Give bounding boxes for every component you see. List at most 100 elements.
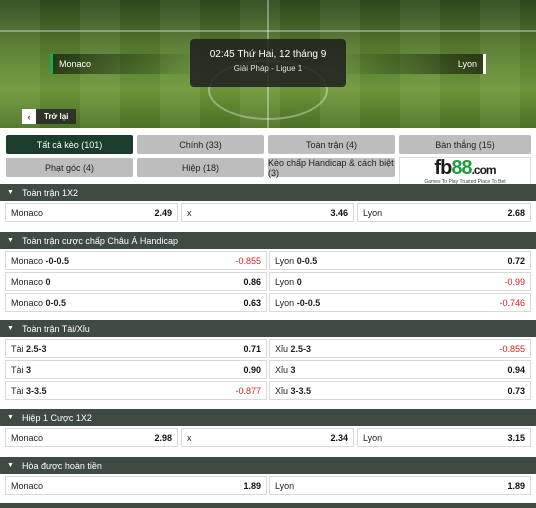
tab-label: Hiệp (18) bbox=[181, 162, 219, 173]
selection-label: Monaco bbox=[11, 276, 44, 287]
odds-row: Monaco -0-0.5 -0.855 Lyon 0-0.5 0.72 bbox=[0, 251, 536, 272]
odds-row: Tài 3-3.5 -0.877 Xỉu 3-3.5 0.73 bbox=[0, 381, 536, 402]
odds-row: Tài 2.5-3 0.71 Xỉu 2.5-3 -0.855 bbox=[0, 339, 536, 360]
odds-row: Monaco 0-0.5 0.63 Lyon -0-0.5 -0.746 bbox=[0, 293, 536, 314]
caret-down-icon: ▼ bbox=[7, 462, 14, 469]
selection-label: Lyon bbox=[363, 432, 383, 443]
market-title: Toàn trận cược chấp Châu Á Handicap bbox=[21, 235, 178, 246]
odd-value: 3.46 bbox=[330, 207, 348, 218]
tab-label: Phạt góc (4) bbox=[44, 162, 95, 173]
away-team-name: Lyon bbox=[457, 59, 477, 69]
tab-corners[interactable]: Phạt góc (4) bbox=[6, 158, 133, 177]
odd-cell-home[interactable]: Monaco 0-0.5 0.63 bbox=[5, 293, 267, 312]
selection-label: Xỉu bbox=[275, 385, 289, 396]
market-title: Hòa được hoàn tiền bbox=[21, 460, 102, 471]
odd-cell-under[interactable]: Xỉu 2.5-3 -0.855 bbox=[269, 339, 531, 358]
market-header-1x2[interactable]: ▼ Toàn trận 1X2 bbox=[0, 184, 536, 201]
tab-label: Toàn trận (4) bbox=[305, 139, 358, 150]
match-datetime: 02:45 Thứ Hai, 12 tháng 9 bbox=[209, 49, 327, 60]
odd-cell-away[interactable]: Lyon 0 -0.99 bbox=[269, 272, 531, 291]
tab-handicap[interactable]: Kèo chấp Handicap & cách biệt (3) bbox=[268, 157, 395, 178]
odd-value: -0.855 bbox=[235, 255, 261, 266]
odds-row: Monaco 2.49 x 3.46 Lyon 2.68 bbox=[0, 203, 536, 224]
fb88-ad-banner[interactable]: fb88.com Games To Play Trusted Place To … bbox=[399, 157, 531, 186]
handicap-line: -0-0.5 bbox=[45, 255, 70, 266]
odd-cell-home[interactable]: Monaco 2.49 bbox=[5, 203, 178, 222]
fb88-logo: fb88.com bbox=[434, 157, 496, 180]
selection-label: Tài bbox=[11, 364, 24, 375]
odd-cell-home[interactable]: Monaco 1.89 bbox=[5, 476, 267, 495]
odd-value: 3.15 bbox=[507, 432, 525, 443]
odd-value: 0.86 bbox=[243, 276, 261, 287]
market-header-half1-1x2[interactable]: ▼ Hiệp 1 Cược 1X2 bbox=[0, 409, 536, 426]
odd-cell-away[interactable]: Lyon -0-0.5 -0.746 bbox=[269, 293, 531, 312]
tab-full-time[interactable]: Toàn trận (4) bbox=[268, 135, 395, 154]
odd-cell-over[interactable]: Tài 3 0.90 bbox=[5, 360, 267, 379]
total-line: 3-3.5 bbox=[290, 385, 312, 396]
total-line: 3-3.5 bbox=[26, 385, 47, 396]
odd-cell-draw[interactable]: x 3.46 bbox=[181, 203, 354, 222]
odds-row: Monaco 2.98 x 2.34 Lyon 3.15 bbox=[0, 428, 536, 449]
handicap-line: 0-0.5 bbox=[45, 297, 67, 308]
tab-halves[interactable]: Hiệp (18) bbox=[137, 158, 264, 177]
odd-value: 0.94 bbox=[507, 364, 525, 375]
tab-label: Tất cả kèo (101) bbox=[36, 139, 103, 150]
tab-main[interactable]: Chính (33) bbox=[137, 135, 264, 154]
odd-cell-draw[interactable]: x 2.34 bbox=[181, 428, 354, 447]
market-filter-tabs: Tất cả kèo (101) Chính (33) Toàn trận (4… bbox=[6, 135, 531, 186]
selection-label: Lyon bbox=[275, 480, 295, 491]
selection-label: Monaco bbox=[11, 255, 44, 266]
tab-goals[interactable]: Bàn thắng (15) bbox=[399, 135, 531, 154]
tab-label: Kèo chấp Handicap & cách biệt (3) bbox=[268, 157, 394, 178]
odd-cell-over[interactable]: Tài 2.5-3 0.71 bbox=[5, 339, 267, 358]
total-line: 2.5-3 bbox=[26, 343, 47, 354]
odd-value: -0.746 bbox=[499, 297, 525, 308]
odd-cell-under[interactable]: Xỉu 3-3.5 0.73 bbox=[269, 381, 531, 400]
total-line: 3 bbox=[290, 364, 296, 375]
selection-label: Monaco bbox=[11, 480, 44, 491]
back-button[interactable]: ‹ Trở lại bbox=[22, 109, 77, 124]
total-line: 2.5-3 bbox=[290, 343, 312, 354]
market-header-draw-no-bet[interactable]: ▼ Hòa được hoàn tiền bbox=[0, 457, 536, 474]
odd-value: 2.34 bbox=[330, 432, 348, 443]
market-title: Toàn trận 1X2 bbox=[21, 187, 78, 198]
tab-label: Bàn thắng (15) bbox=[435, 139, 495, 150]
odd-cell-away[interactable]: Lyon 3.15 bbox=[357, 428, 531, 447]
odd-cell-away[interactable]: Lyon 2.68 bbox=[357, 203, 531, 222]
odd-cell-over[interactable]: Tài 3-3.5 -0.877 bbox=[5, 381, 267, 400]
odd-cell-under[interactable]: Xỉu 3 0.94 bbox=[269, 360, 531, 379]
odd-cell-away[interactable]: Lyon 1.89 bbox=[269, 476, 531, 495]
handicap-line: -0-0.5 bbox=[296, 297, 321, 308]
odd-value: 2.68 bbox=[507, 207, 525, 218]
selection-label: Lyon bbox=[275, 276, 295, 287]
odd-cell-home[interactable]: Monaco 2.98 bbox=[5, 428, 178, 447]
odd-cell-away[interactable]: Lyon 0-0.5 0.72 bbox=[269, 251, 531, 270]
selection-label: Monaco bbox=[11, 207, 44, 218]
selection-label: Xỉu bbox=[275, 343, 289, 354]
back-button-label: Trở lại bbox=[36, 109, 77, 124]
handicap-line: 0-0.5 bbox=[296, 255, 318, 266]
odds-row: Monaco 0 0.86 Lyon 0 -0.99 bbox=[0, 272, 536, 293]
caret-down-icon: ▼ bbox=[7, 237, 14, 244]
market-header-asian-handicap[interactable]: ▼ Toàn trận cược chấp Châu Á Handicap bbox=[0, 232, 536, 249]
caret-down-icon: ▼ bbox=[7, 189, 14, 196]
selection-label: x bbox=[187, 207, 192, 218]
odds-row: Monaco 1.89 Lyon 1.89 bbox=[0, 476, 536, 497]
tab-all-markets[interactable]: Tất cả kèo (101) bbox=[6, 135, 133, 154]
logo-text: 88 bbox=[451, 157, 472, 179]
logo-text: fb bbox=[434, 157, 452, 179]
odd-value: 2.98 bbox=[154, 432, 172, 443]
tab-label: Chính (33) bbox=[179, 139, 222, 150]
match-info-box: 02:45 Thứ Hai, 12 tháng 9 Giải Pháp - Li… bbox=[190, 39, 346, 87]
odd-value: 2.49 bbox=[154, 207, 172, 218]
odd-cell-home[interactable]: Monaco -0-0.5 -0.855 bbox=[5, 251, 267, 270]
market-header-over-under[interactable]: ▼ Toàn trận Tài/Xỉu bbox=[0, 320, 536, 337]
match-header: Monaco Lyon 02:45 Thứ Hai, 12 tháng 9 Gi… bbox=[0, 0, 536, 128]
selection-label: Monaco bbox=[11, 432, 44, 443]
odd-cell-home[interactable]: Monaco 0 0.86 bbox=[5, 272, 267, 291]
chevron-left-icon: ‹ bbox=[22, 109, 36, 124]
selection-label: x bbox=[187, 432, 192, 443]
handicap-line: 0 bbox=[296, 276, 302, 287]
odd-value: 0.73 bbox=[507, 385, 525, 396]
selection-label: Tài bbox=[11, 343, 24, 354]
